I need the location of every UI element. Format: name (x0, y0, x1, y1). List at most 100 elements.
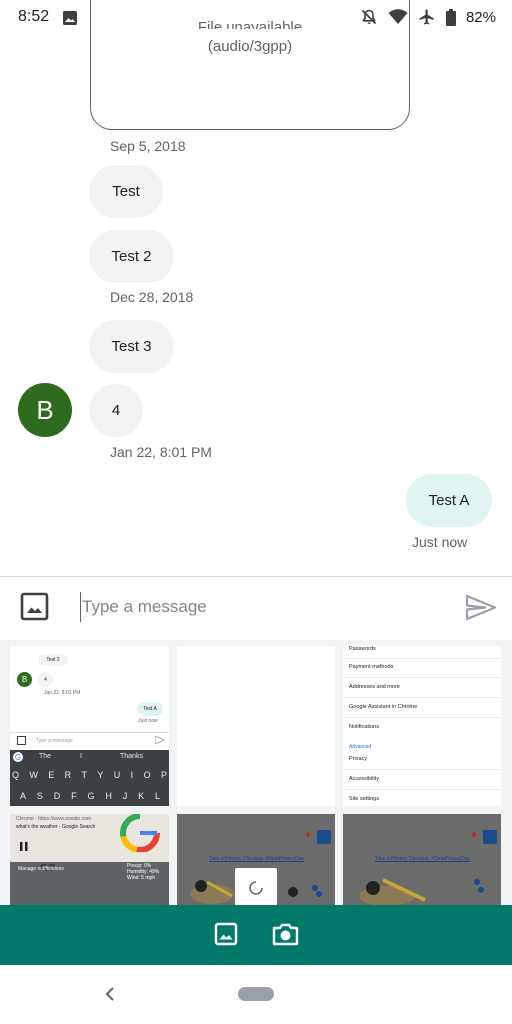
settings-item: Privacy (349, 756, 368, 762)
settings-divider (343, 717, 501, 718)
thumb-divider (10, 732, 169, 733)
settings-section-header: Advanced (349, 744, 372, 750)
received-message-bubble[interactable]: Test 3 (89, 320, 174, 373)
manage-notifications: Manage notifications (18, 866, 64, 872)
key: E (48, 770, 55, 780)
sent-message-bubble[interactable]: Test A (406, 474, 492, 527)
gallery-thumbnail[interactable]: Take a Privacy Checkup. #DataPrivacyDay (343, 814, 501, 906)
loading-spinner-icon (249, 881, 263, 895)
home-button[interactable] (238, 987, 274, 1001)
pause-icon (20, 842, 28, 851)
key: J (122, 791, 128, 799)
search-button (483, 830, 497, 844)
message-status: Just now (412, 534, 468, 550)
send-icon[interactable] (465, 594, 497, 621)
key: O (143, 770, 151, 780)
thumb-notification: Chrome · https://www.google.com what's t… (10, 814, 169, 862)
notification-source: Chrome · https://www.google.com (16, 816, 92, 820)
airplane-mode-icon (419, 9, 434, 25)
google-g-icon: G (13, 752, 23, 762)
svg-text:G: G (15, 753, 21, 762)
thumb-input-placeholder: Type a message (36, 738, 73, 744)
message-composer (0, 577, 512, 639)
gallery-thumbnail[interactable] (177, 646, 335, 806)
key: L (154, 791, 160, 799)
privacy-link: Take a Privacy Checkup. #DataPrivacyDay (375, 856, 471, 862)
illustration-icon (359, 878, 484, 906)
thumb-bubble: 4 (38, 672, 53, 687)
privacy-link: Take a Privacy Checkup. #DataPrivacyDay (209, 856, 305, 862)
key: H (105, 791, 112, 799)
settings-divider (343, 789, 501, 790)
settings-item: Payment methods (349, 664, 394, 670)
key: F (71, 791, 77, 799)
settings-item: Accessibility (349, 776, 379, 782)
contact-avatar[interactable]: B (18, 383, 72, 437)
message-timestamp: Jan 22, 8:01 PM (110, 444, 212, 460)
thumb-sent-bubble: Test A (137, 702, 163, 716)
settings-divider (343, 677, 501, 678)
attach-image-icon[interactable] (20, 592, 49, 621)
key: Q (12, 770, 20, 780)
thumb-status: Just now (138, 718, 158, 724)
keyboard-row-2: A S D F G H J K L (20, 791, 160, 799)
mic-icon (472, 832, 476, 837)
key: P (160, 770, 167, 780)
audio-type-label: (audio/3gpp) (207, 38, 293, 55)
gallery-icon[interactable] (214, 922, 238, 946)
gallery-thumbnail[interactable]: Test 2 B 4 Jan 22, 8:01 PM Test A Just n… (10, 646, 169, 806)
media-picker: Test 2 B 4 Jan 22, 8:01 PM Test A Just n… (0, 640, 512, 906)
loading-dialog (235, 868, 277, 906)
gallery-thumbnail[interactable]: Passwords Payment methods Addresses and … (343, 646, 501, 806)
gallery-thumbnail[interactable]: Take a Privacy Checkup. #DataPrivacyDay (177, 814, 335, 906)
key: U (113, 770, 121, 780)
suggestion: Thanks (120, 753, 143, 760)
settings-item: Notifications (349, 724, 379, 730)
illustration-icon (288, 885, 322, 897)
key: K (138, 791, 145, 799)
search-button (317, 830, 331, 844)
message-input[interactable] (80, 592, 442, 622)
key: Y (97, 770, 104, 780)
settings-divider (343, 697, 501, 698)
key: S (36, 791, 43, 799)
media-source-bar (0, 905, 512, 965)
camera-icon[interactable] (272, 922, 299, 946)
notification-title: what's the weather - Google Search (16, 824, 96, 830)
thumb-send-icon (155, 736, 164, 744)
key: W (29, 770, 38, 780)
gallery-notification-icon (63, 11, 77, 25)
battery-percent: 82% (465, 8, 496, 26)
received-message-bubble[interactable]: Test (89, 165, 163, 218)
status-time: 8:52 (18, 8, 50, 25)
key: R (64, 770, 72, 780)
received-message-bubble[interactable]: 4 (89, 384, 143, 437)
suggestion: The (39, 753, 52, 760)
settings-divider (343, 769, 501, 770)
back-icon[interactable] (104, 986, 116, 1002)
settings-item: Addresses and more (349, 684, 400, 690)
settings-item: Google Assistant in Chrome (349, 704, 418, 710)
key: D (53, 791, 61, 799)
navigation-bar (0, 965, 512, 1024)
key: A (20, 791, 27, 799)
date-separator: Sep 5, 2018 (110, 138, 186, 154)
key: T (81, 770, 88, 780)
settings-item: Site settings (349, 796, 379, 802)
thumb-keyboard: G The I Thanks Q W E R T Y U I O P A S D… (10, 750, 169, 806)
google-logo-icon (120, 814, 160, 852)
gallery-thumbnail[interactable]: Chrome · https://www.google.com what's t… (10, 814, 169, 906)
illustration-icon (190, 880, 234, 904)
key: G (87, 791, 95, 799)
keyboard-row-1: Q W E R T Y U I O P (12, 770, 167, 780)
thumb-image-icon (17, 736, 26, 745)
thumb-timestamp: Jan 22, 8:01 PM (44, 690, 81, 696)
audio-attachment-card[interactable]: File unavailable (audio/3gpp) (90, 0, 410, 130)
settings-divider (343, 658, 501, 659)
thumb-avatar: B (17, 672, 32, 687)
audio-unavailable-label: File unavailable (197, 19, 303, 29)
date-separator: Dec 28, 2018 (110, 289, 194, 305)
received-message-bubble[interactable]: Test 2 (89, 230, 174, 283)
thumb-bubble: Test 2 (38, 654, 68, 666)
mic-icon (306, 832, 310, 837)
